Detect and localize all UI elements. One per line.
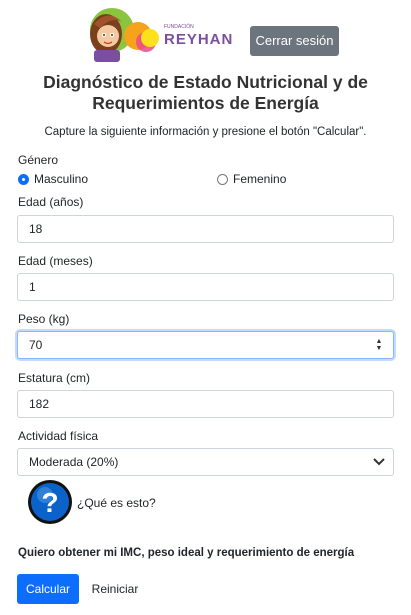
female-radio-label: Femenino <box>233 172 287 186</box>
question-icon[interactable]: ? <box>27 479 73 525</box>
age-months-label: Edad (meses) <box>18 254 93 268</box>
activity-label: Actividad física <box>18 429 99 443</box>
result-intro-text: Quiero obtener mi IMC, peso ideal y requ… <box>18 547 355 559</box>
logout-button[interactable]: Cerrar sesión <box>250 26 339 56</box>
age-years-value: 18 <box>29 222 43 236</box>
gender-female-option[interactable]: Femenino <box>217 172 286 186</box>
weight-label: Peso (kg) <box>18 312 70 326</box>
page-title: Diagnóstico de Estado Nutricional y de R… <box>0 72 411 114</box>
weight-input[interactable]: 70 ▲ ▼ <box>17 331 394 359</box>
stepper-up-icon[interactable]: ▲ <box>376 338 383 345</box>
activity-select[interactable]: Moderada (20%) <box>17 448 394 476</box>
female-radio[interactable] <box>217 173 228 185</box>
page-subtitle: Capture la siguiente información y presi… <box>44 126 367 138</box>
reset-button[interactable]: Reiniciar <box>85 574 145 604</box>
male-radio-label: Masculino <box>34 172 89 186</box>
age-years-input[interactable]: 18 <box>17 215 394 243</box>
header: FUNDACIÓN REYHAN Cerrar sesión <box>0 0 411 68</box>
weight-value: 70 <box>29 338 43 352</box>
logo-small-text: FUNDACIÓN <box>164 23 194 30</box>
age-months-input[interactable]: 1 <box>17 273 394 301</box>
age-months-value: 1 <box>29 280 36 294</box>
weight-stepper[interactable]: ▲ ▼ <box>375 338 383 352</box>
logo-name: REYHAN <box>164 31 233 48</box>
gender-label: Género <box>18 153 59 167</box>
age-years-label: Edad (años) <box>18 195 84 209</box>
activity-selected-value: Moderada (20%) <box>29 455 119 469</box>
page-title-line2: Requerimientos de Energía <box>92 93 319 113</box>
gender-male-option[interactable]: Masculino <box>18 172 88 186</box>
male-radio[interactable] <box>18 173 29 185</box>
height-input[interactable]: 182 <box>17 390 394 418</box>
help-link[interactable]: ¿Qué es esto? <box>77 496 156 510</box>
stepper-down-icon[interactable]: ▼ <box>376 345 383 352</box>
svg-text:?: ? <box>41 487 58 518</box>
height-value: 182 <box>29 397 50 411</box>
chevron-down-icon <box>373 458 385 466</box>
height-label: Estatura (cm) <box>18 371 91 385</box>
page-title-line1: Diagnóstico de Estado Nutricional y de <box>43 72 368 92</box>
calculate-button[interactable]: Calcular <box>17 574 79 604</box>
reyhan-logo: FUNDACIÓN REYHAN <box>90 8 233 62</box>
